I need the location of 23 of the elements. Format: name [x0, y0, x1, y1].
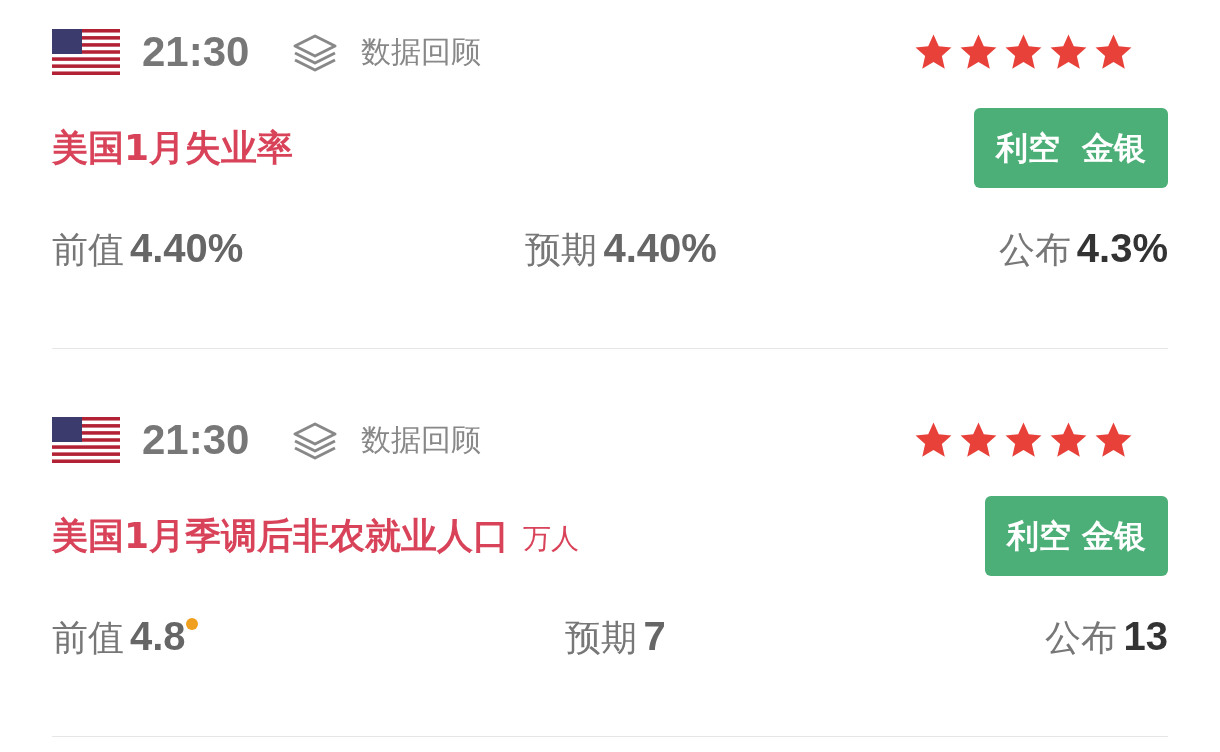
data-review-link[interactable]: 数据回顾 [361, 31, 482, 73]
event-title: 美国1月失业率 [52, 125, 294, 170]
previous-label: 前值 [52, 615, 124, 660]
impact-badge: 利空 金银 [973, 108, 1168, 188]
forecast-value: 7 [643, 613, 666, 659]
impact-badge: 利空 金银 [984, 496, 1168, 576]
event-time: 21:30 [142, 416, 250, 464]
previous-value: 4.8 [130, 613, 186, 659]
actual-value: 13 [1123, 613, 1168, 659]
unit-label: 万人 [523, 520, 580, 557]
actual-label: 公布 [998, 227, 1071, 272]
flag-icon [52, 417, 120, 463]
forecast-value: 4.40% [603, 225, 717, 271]
previous-label: 前值 [52, 227, 124, 272]
actual-label: 公布 [1045, 615, 1118, 660]
event-time: 21:30 [142, 28, 250, 76]
forecast-label: 预期 [565, 615, 638, 660]
forecast-label: 预期 [525, 227, 598, 272]
previous-value: 4.40% [130, 225, 244, 271]
flag-icon [52, 29, 120, 75]
data-review-link[interactable]: 数据回顾 [361, 419, 482, 461]
event-title: 美国1月季调后非农就业人口 [52, 513, 510, 558]
actual-value: 4.3% [1076, 225, 1168, 271]
